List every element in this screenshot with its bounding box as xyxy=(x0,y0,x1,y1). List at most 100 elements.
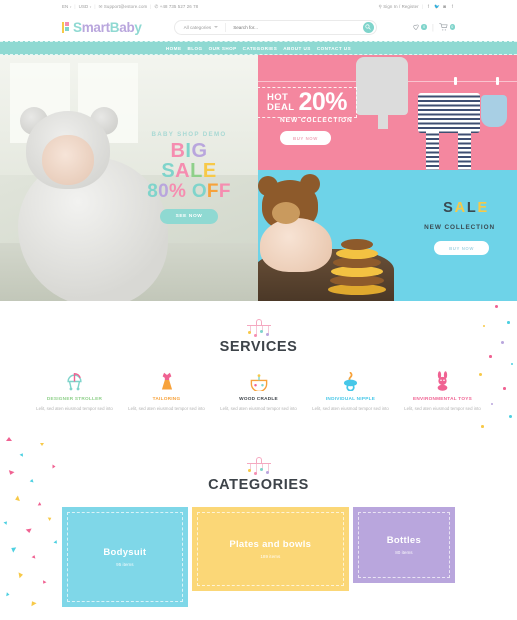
search-button[interactable] xyxy=(362,21,374,33)
category-card[interactable]: Bottles 80 items xyxy=(352,506,455,583)
wishlist-button[interactable]: 0 xyxy=(412,23,427,31)
stroller-icon xyxy=(31,369,119,391)
nav-item-blog[interactable]: BLOG xyxy=(187,46,202,51)
service-item[interactable]: DESIGNER STROLLER Lelit, sed aten eiusmod… xyxy=(31,369,119,413)
confetti-dot xyxy=(481,425,484,428)
blue-sale-letter-3: L xyxy=(466,200,478,216)
service-description: Lelit, sed aten eiusmod tempor sed into xyxy=(220,406,297,411)
site-header: SmartBaby All categories 0 | xyxy=(0,13,517,41)
support-email[interactable]: ✉ Support@estore.com xyxy=(99,4,148,10)
flickr-icon[interactable]: f xyxy=(450,4,455,9)
pink-promo-banner[interactable]: HOT DEAL 20% NEW COLLECTION BUY NOW xyxy=(258,55,517,170)
blue-sale-letter-4: E xyxy=(477,200,489,216)
confetti-dot xyxy=(495,305,498,308)
confetti-triangle xyxy=(37,501,43,507)
nav-item-home[interactable]: HOME xyxy=(166,46,182,51)
chevron-down-icon xyxy=(214,26,219,28)
category-card[interactable]: Plates and bowls 189 items xyxy=(191,506,349,591)
baby-pants-image xyxy=(356,57,408,129)
bear-hat-face xyxy=(272,202,300,224)
clothes-peg-icon xyxy=(454,77,457,85)
confetti-triangle xyxy=(19,451,25,457)
sale-letter-4: E xyxy=(202,160,217,182)
category-name: Bodysuit xyxy=(103,546,147,558)
divider: | xyxy=(150,4,152,9)
instagram-icon[interactable]: ◙ xyxy=(442,4,447,9)
sign-in-label: Sign In / Register xyxy=(383,4,419,9)
wishlist-count: 0 xyxy=(421,24,427,30)
sign-in-register-link[interactable]: ⚲ Sign In / Register xyxy=(378,4,418,10)
nav-item-our-shop[interactable]: OUR SHOP xyxy=(209,46,237,51)
service-item[interactable]: INDIVIDUAL NIPPLE Lelit, sed aten eiusmod… xyxy=(307,369,395,413)
search-input[interactable] xyxy=(233,24,376,30)
facebook-icon[interactable]: f xyxy=(426,4,431,9)
services-list: DESIGNER STROLLER Lelit, sed aten eiusmod… xyxy=(0,355,517,413)
service-title: WOOD CRADLE xyxy=(239,396,278,401)
confetti-dot xyxy=(509,415,512,418)
pink-banner-subtitle: NEW COLLECTION xyxy=(280,117,353,124)
logo-mark-icon xyxy=(62,21,71,33)
see-now-button[interactable]: SEE NOW xyxy=(159,208,219,224)
confetti-triangle xyxy=(47,515,53,521)
service-description: Lelit, sed aten eiusmod tempor sed into xyxy=(36,406,113,411)
hero-main-banner[interactable]: BABY SHOP DEMO BIG SALE 80% OFF SEE NOW xyxy=(0,55,258,301)
confetti-triangle xyxy=(40,442,44,446)
hero-off-text: 80% OFF xyxy=(128,182,250,202)
hero-big-text: BIG xyxy=(128,141,250,161)
confetti-triangle xyxy=(18,571,24,579)
hot-deal-box: HOT DEAL 20% xyxy=(258,87,358,119)
category-card[interactable]: Bodysuit 95 items xyxy=(62,506,188,607)
service-item[interactable]: TAILORING Lelit, sed aten eiusmod tempor … xyxy=(123,369,211,413)
language-selector[interactable]: EN ▾ xyxy=(62,4,71,9)
blue-promo-banner[interactable]: SALE NEW COLLECTION BUY NOW xyxy=(258,170,517,301)
confetti-dot xyxy=(491,403,493,405)
currency-selector[interactable]: USD ▾ xyxy=(79,4,92,9)
category-name: Bottles xyxy=(386,534,422,546)
hero-caption: BABY SHOP DEMO BIG SALE 80% OFF SEE NOW xyxy=(128,131,250,224)
category-select[interactable]: All categories xyxy=(184,25,219,30)
category-item-count: 95 items xyxy=(116,561,134,567)
service-item[interactable]: WOOD CRADLE Lelit, sed aten eiusmod tempo… xyxy=(215,369,303,413)
confetti-dot xyxy=(483,325,485,327)
twitter-icon[interactable]: 🐦 xyxy=(434,4,440,10)
nav-item-contact-us[interactable]: CONTACT US xyxy=(317,46,351,51)
confetti-dot xyxy=(511,363,513,365)
confetti-dot xyxy=(489,355,492,358)
crib-mobile-icon xyxy=(242,456,276,476)
confetti-triangle xyxy=(25,528,33,534)
off-letter-1: 8 xyxy=(147,181,159,202)
divider: | xyxy=(74,4,76,9)
blue-banner-subtitle: NEW COLLECTION xyxy=(424,224,495,231)
divider: | xyxy=(421,4,423,9)
language-label: EN xyxy=(62,4,69,9)
logo-letter-3: B xyxy=(109,19,120,35)
categories-section: CATEGORIES Bodysuit 95 items Plates and bo… xyxy=(0,436,517,607)
nav-item-about-us[interactable]: ABOUT US xyxy=(283,46,311,51)
logo-letter-4: ab xyxy=(119,19,135,35)
hero-sale-text: SALE xyxy=(128,161,250,182)
baby-photo xyxy=(260,218,332,272)
cradle-icon xyxy=(215,369,303,391)
logo[interactable]: SmartBaby xyxy=(62,20,142,35)
categories-list: Bodysuit 95 items Plates and bowls 189 item… xyxy=(0,493,517,607)
off-letter-7: F xyxy=(218,181,231,202)
nav-item-categories[interactable]: CATEGORIES xyxy=(243,46,278,51)
logo-letter-1: S xyxy=(73,19,82,35)
pink-buy-now-button[interactable]: BUY NOW xyxy=(280,131,331,145)
off-letter-2: 0 xyxy=(158,181,170,202)
support-phone[interactable]: ✆ +48 735 527 26 78 xyxy=(155,4,199,10)
services-title: SERVICES xyxy=(219,339,298,355)
sale-letter-1: S xyxy=(161,160,176,182)
categories-title: CATEGORIES xyxy=(208,476,309,493)
blue-sale-letter-1: S xyxy=(443,200,455,216)
category-select-label: All categories xyxy=(183,24,212,30)
phone-icon: ✆ xyxy=(154,3,159,9)
header-actions: 0 | 0 xyxy=(412,23,455,32)
cart-icon xyxy=(439,23,448,31)
user-icon: ⚲ xyxy=(378,3,382,9)
confetti-dot xyxy=(479,373,482,376)
cart-count: 0 xyxy=(449,24,455,30)
blue-buy-now-button[interactable]: BUY NOW xyxy=(434,241,489,255)
cart-button[interactable]: 0 xyxy=(439,23,455,31)
support-email-label: Support@estore.com xyxy=(103,4,148,9)
